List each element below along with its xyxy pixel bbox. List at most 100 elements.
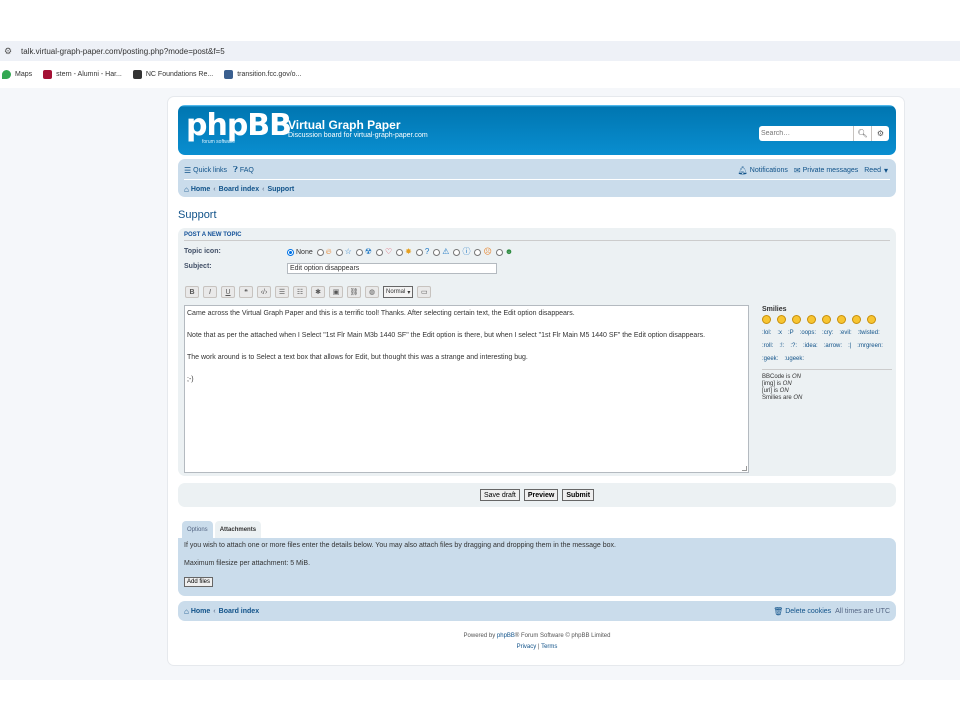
italic-button[interactable]: I [203,286,217,298]
surprised-emoji-icon[interactable] [822,315,831,324]
private-messages-link[interactable]: ✉ Private messages [794,166,858,175]
smiley-code[interactable]: :oops: [800,327,816,340]
submit-button[interactable]: Submit [562,489,595,501]
quote-button[interactable]: ❝ [239,286,253,298]
footer-home-link[interactable]: Home [191,608,210,615]
address-url[interactable]: talk.virtual-graph-paper.com/posting.php… [21,47,225,56]
site-settings-icon[interactable]: ⚙ [4,46,14,56]
color-button[interactable]: ◍ [365,286,379,298]
phpbb-link[interactable]: phpBB [497,633,515,639]
resize-handle[interactable] [742,466,747,471]
breadcrumb-support[interactable]: Support [267,186,294,193]
ordered-list-button[interactable]: ☷ [293,286,307,298]
smiley-code[interactable]: :mrgreen: [857,340,883,353]
user-menu[interactable]: Reed ▾ [864,166,890,175]
smiley-code[interactable]: :ugeek: [784,353,804,366]
subject-input[interactable]: Edit option disappears [287,263,497,274]
smile-emoji-icon[interactable] [762,315,771,324]
footer-right: 🗑︎ Delete cookies All times are UTC [773,607,890,616]
bookmark-nc-foundations[interactable]: NC Foundations Re... [132,69,213,79]
smiley-code[interactable]: :evil: [839,327,851,340]
list-item-button[interactable]: ✱ [311,286,325,298]
topic-icon-radio[interactable] [396,248,404,256]
smiley-code[interactable]: :!: [779,340,784,353]
smiley-code[interactable]: :P [788,327,794,340]
breadcrumb: ⌂ Home ‹ Board index ‹ Support [184,183,890,195]
nav-links-row: ☰ Quick links ❓︎ FAQ 🔔︎ Notifications ✉ … [184,164,890,176]
topic-icon-radio[interactable] [335,248,343,256]
smiley-code[interactable]: :twisted: [858,327,880,340]
topic-icon-radio[interactable] [433,248,441,256]
tab-options[interactable]: Options [182,521,213,539]
topic-icon-radio-none[interactable] [287,248,294,256]
breadcrumb-home[interactable]: Home [191,186,210,193]
tab-attachments[interactable]: Attachments [214,521,262,539]
panel-divider [184,240,890,241]
underline-button[interactable]: U [221,286,235,298]
message-textarea[interactable]: Came across the Virtual Graph Paper and … [184,305,749,473]
wink-emoji-icon[interactable] [792,315,801,324]
smiley-code[interactable]: :| [848,340,851,353]
forum-wrap: phpBB forum software Virtual Graph Paper… [167,96,905,666]
code-button[interactable]: ‹/› [257,286,271,298]
status-value: ON [782,381,792,387]
smiley-code[interactable]: :roll: [762,340,773,353]
page-title[interactable]: Support [178,209,217,221]
topic-icon-radio[interactable] [474,248,482,256]
smiley-code[interactable]: :lol: [762,327,771,340]
faq-link[interactable]: ❓︎ FAQ [233,165,254,175]
monitor-icon: ▭ [421,289,428,296]
info-icon: ⓘ [462,247,471,256]
harvard-shield-icon [43,69,53,79]
smiley-code[interactable]: :cry: [822,327,833,340]
phpbb-logo[interactable]: phpBB forum software [186,111,292,146]
media-button[interactable]: ▭ [417,286,432,298]
cool-emoji-icon[interactable] [867,315,876,324]
topic-icon-radio[interactable] [316,248,324,256]
smiley-code[interactable]: :idea: [803,340,818,353]
bookmark-maps[interactable]: Maps [2,69,32,79]
notifications-link[interactable]: 🔔︎ Notifications [738,166,788,175]
img-status: [img] is ON [762,381,892,388]
topic-icon-radio[interactable] [375,248,383,256]
save-draft-button[interactable]: Save draft [479,489,520,501]
confused-emoji-icon[interactable] [852,315,861,324]
privacy-link[interactable]: Privacy [517,644,537,650]
search-button[interactable]: 🔍︎ [853,126,871,141]
font-size-select[interactable]: Normal ▾ [383,286,414,298]
bookmark-fcc[interactable]: transition.fcc.gov/o... [224,69,301,79]
browser-viewport: ⚙ talk.virtual-graph-paper.com/posting.p… [0,0,960,720]
bookmark-stern[interactable]: stern - Alumni - Har... [43,69,122,79]
smiley-code[interactable]: :x [777,327,782,340]
quick-links-menu[interactable]: ☰ Quick links [184,166,227,175]
bbcode-status: BBCode is ON [762,374,892,381]
footer-board-index-link[interactable]: Board index [219,608,259,615]
powered-by-line: Powered by phpBB® Forum Software © phpBB… [168,631,906,642]
image-button[interactable]: ▣ [329,286,343,298]
map-pin-icon [2,69,11,79]
advanced-search-button[interactable]: ⚙ [871,126,889,141]
delete-cookies-link[interactable]: Delete cookies [785,608,831,615]
topic-icon-radio[interactable] [453,248,461,256]
link-button[interactable]: ⛓ [347,286,361,298]
grin-emoji-icon[interactable] [777,315,786,324]
gear-icon: ⚙ [876,129,885,138]
shocked-emoji-icon[interactable] [837,315,846,324]
topic-icon-radio[interactable] [415,248,423,256]
terms-link[interactable]: Terms [541,644,557,650]
preview-button[interactable]: Preview [523,489,559,501]
powered-suffix: ® Forum Software © phpBB Limited [514,633,611,639]
topic-icon-radio[interactable] [495,248,503,256]
smiley-code[interactable]: :arrow: [824,340,842,353]
submit-bar: Save draft Preview Submit [178,483,896,507]
sad-emoji-icon[interactable] [807,315,816,324]
breadcrumb-board-index[interactable]: Board index [219,186,259,193]
smiley-code[interactable]: :geek: [762,353,778,366]
list-button[interactable]: ☰ [275,286,289,298]
search-input[interactable] [759,126,853,141]
topic-icon-radio[interactable] [355,248,363,256]
smiley-code[interactable]: :?: [790,340,797,353]
bold-button[interactable]: B [185,286,199,298]
add-files-button[interactable]: Add files [184,577,214,587]
address-bar[interactable]: ⚙ talk.virtual-graph-paper.com/posting.p… [0,41,960,61]
